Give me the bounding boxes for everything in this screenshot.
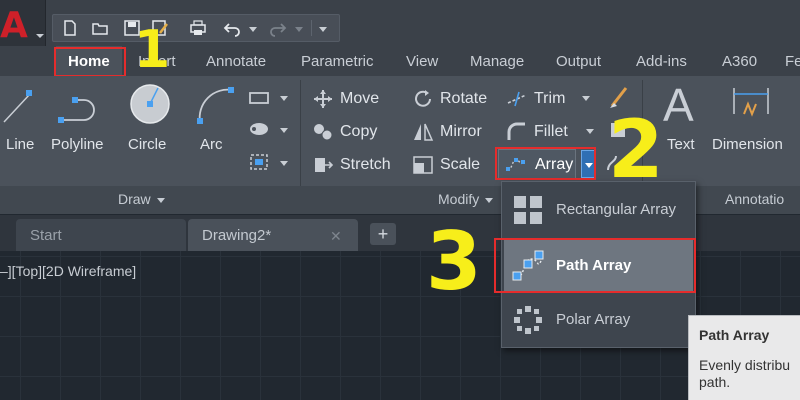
polar-array-item[interactable]: Polar Array	[504, 294, 693, 346]
tab-view[interactable]: View	[406, 53, 438, 70]
tab-annotate[interactable]: Annotate	[206, 53, 266, 70]
plot-icon[interactable]	[189, 19, 207, 37]
rotate-icon	[415, 90, 431, 107]
redo-icon[interactable]	[269, 19, 287, 37]
annotation-panel-title[interactable]: Annotatio	[725, 191, 784, 207]
fillet-icon	[507, 122, 525, 140]
boundary-icon[interactable]	[248, 152, 270, 172]
trim-icon	[507, 91, 527, 107]
stretch-button[interactable]: Stretch	[312, 152, 408, 178]
dimension-button[interactable]: Dimension	[712, 136, 783, 153]
tab-manage[interactable]: Manage	[470, 53, 524, 70]
quick-access-toolbar: A	[0, 0, 800, 50]
text-button[interactable]: Text	[667, 136, 695, 153]
trim-button[interactable]: Trim	[506, 86, 582, 112]
open-icon[interactable]	[91, 19, 109, 37]
arc-button[interactable]: Arc	[200, 136, 223, 153]
scale-button[interactable]: Scale	[412, 152, 492, 178]
chevron-down-icon[interactable]	[280, 96, 288, 101]
chevron-down-icon[interactable]	[586, 129, 594, 134]
step-number-1: 1	[134, 20, 171, 80]
chevron-down-icon	[485, 197, 494, 203]
mirror-icon	[414, 123, 434, 141]
tab-drawing2[interactable]: Drawing2* ✕	[188, 219, 358, 251]
chevron-down-icon	[156, 197, 165, 203]
mirror-button[interactable]: Mirror	[412, 119, 502, 145]
move-icon	[314, 90, 332, 108]
array-button-highlight	[495, 147, 596, 180]
copy-button[interactable]: Copy	[312, 119, 392, 145]
autocad-logo: A	[0, 5, 28, 46]
new-icon[interactable]	[61, 19, 79, 37]
move-button[interactable]: Move	[312, 86, 392, 112]
tab-parametric[interactable]: Parametric	[301, 53, 374, 70]
polar-array-icon	[514, 306, 542, 334]
tab-output[interactable]: Output	[556, 53, 601, 70]
viewport-controls[interactable]: –][Top][2D Wireframe]	[0, 263, 136, 279]
polyline-icon[interactable]	[58, 88, 104, 128]
circle-button[interactable]: Circle	[128, 136, 166, 153]
rectangular-array-item[interactable]: Rectangular Array	[504, 184, 693, 236]
scale-icon	[413, 156, 433, 174]
dimension-icon[interactable]	[730, 84, 772, 124]
chevron-down-icon	[295, 27, 303, 32]
tab-add-ins[interactable]: Add-ins	[636, 53, 687, 70]
stretch-icon	[315, 158, 334, 172]
fillet-button[interactable]: Fillet	[506, 119, 582, 145]
step-number-3: 3	[426, 215, 482, 308]
divider	[311, 20, 312, 36]
tooltip-title: Path Array	[699, 327, 770, 343]
polyline-button[interactable]: Polyline	[51, 136, 104, 153]
tab-start[interactable]: Start	[16, 219, 186, 251]
path-array-highlight	[494, 238, 696, 293]
quick-access-tools	[52, 14, 340, 42]
application-menu-button[interactable]: A	[0, 0, 46, 50]
chevron-down-icon[interactable]	[582, 96, 590, 101]
tooltip-description: Evenly distribu path.	[699, 357, 791, 390]
chevron-down-icon[interactable]	[280, 161, 288, 166]
step-number-2: 2	[608, 103, 664, 196]
new-tab-button[interactable]: +	[370, 223, 396, 245]
tab-a360[interactable]: A360	[722, 53, 757, 70]
modify-panel-title[interactable]: Modify	[438, 191, 494, 207]
copy-icon	[314, 124, 333, 141]
undo-icon[interactable]	[223, 19, 241, 37]
customize-icon[interactable]	[319, 27, 327, 32]
circle-icon[interactable]	[128, 82, 172, 126]
hatch-icon[interactable]	[248, 120, 270, 138]
tab-featured[interactable]: Fe	[785, 53, 800, 70]
line-button[interactable]: Line	[6, 136, 34, 153]
line-icon[interactable]	[0, 86, 32, 128]
home-tab-highlight	[54, 47, 126, 77]
chevron-down-icon[interactable]	[280, 128, 288, 133]
rectangle-icon[interactable]	[248, 90, 270, 106]
chevron-down-icon[interactable]	[249, 27, 257, 32]
path-array-tooltip: Path Array Evenly distribu path.	[688, 315, 800, 400]
draw-panel-title[interactable]: Draw	[118, 191, 165, 207]
rectangular-array-icon	[514, 196, 542, 224]
close-icon[interactable]: ✕	[330, 228, 342, 245]
text-icon[interactable]: A	[663, 82, 694, 128]
rotate-button[interactable]: Rotate	[412, 86, 502, 112]
arc-icon[interactable]	[194, 84, 240, 128]
chevron-down-icon	[36, 34, 44, 38]
